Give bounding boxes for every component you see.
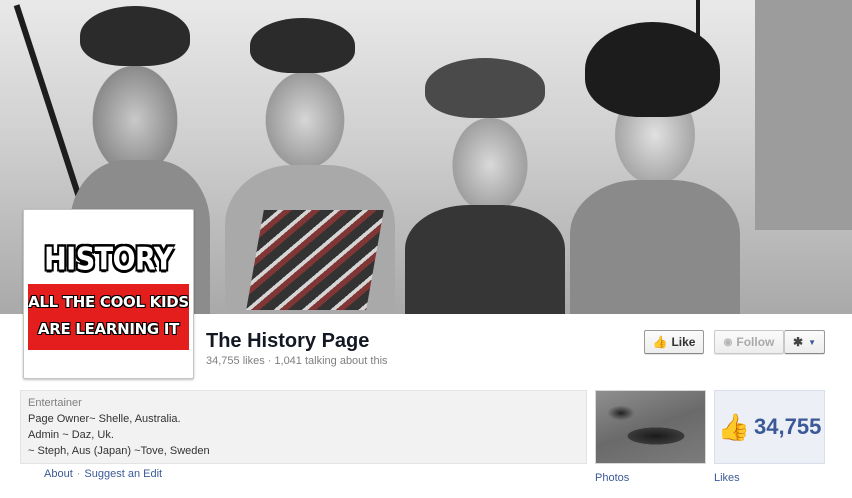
follow-button[interactable]: ◉ Follow xyxy=(714,330,784,354)
adult-figure xyxy=(755,0,852,230)
profile-picture[interactable]: HISTORY ALL THE COOL KIDS ARE LEARNING I… xyxy=(23,209,194,379)
child-hair xyxy=(585,22,720,117)
child-hair xyxy=(250,18,355,73)
about-links: About · Suggest an Edit xyxy=(44,468,162,480)
like-label: Like xyxy=(671,335,696,349)
likes-tile-count: 34,755 xyxy=(754,414,822,439)
child-figure xyxy=(570,180,740,314)
likes-count: 34,755 likes xyxy=(206,355,265,367)
child-hair xyxy=(80,6,190,66)
suggest-edit-link[interactable]: Suggest an Edit xyxy=(84,468,162,480)
child-hair xyxy=(425,58,545,118)
talking-count: 1,041 talking about this xyxy=(274,355,388,367)
caret-down-icon: ▼ xyxy=(808,337,816,347)
photos-label[interactable]: Photos xyxy=(595,472,629,484)
logo-title: HISTORY xyxy=(44,241,173,278)
about-line: Page Owner~ Shelle, Australia. xyxy=(28,413,181,425)
logo-line-1: ALL THE COOL KIDS xyxy=(28,293,189,311)
link-separator: · xyxy=(76,468,81,480)
photos-tile[interactable] xyxy=(595,390,706,464)
follow-label: Follow xyxy=(736,335,775,349)
logo-line-2: ARE LEARNING IT xyxy=(37,320,180,338)
page-title[interactable]: The History Page xyxy=(206,330,369,353)
settings-dropdown-button[interactable]: ✱ ▼ xyxy=(784,330,825,354)
towel-stripe xyxy=(246,210,384,310)
likes-label[interactable]: Likes xyxy=(714,472,740,484)
thumbs-up-icon: 👍 xyxy=(652,335,668,349)
about-box: Entertainer Page Owner~ Shelle, Australi… xyxy=(20,390,587,464)
likes-tile[interactable]: 👍 34,755 xyxy=(714,390,825,464)
page-stats: 34,755 likes · 1,041 talking about this xyxy=(206,355,388,367)
umbrella-pole xyxy=(13,4,85,206)
gear-icon: ✱ xyxy=(793,335,804,349)
about-line: ~ Steph, Aus (Japan) ~Tove, Sweden xyxy=(28,445,210,457)
stats-separator: · xyxy=(267,355,272,367)
about-link[interactable]: About xyxy=(44,468,73,480)
history-logo: HISTORY ALL THE COOL KIDS ARE LEARNING I… xyxy=(28,214,189,374)
like-button[interactable]: 👍 Like xyxy=(644,330,704,354)
about-line: Admin ~ Daz, Uk. xyxy=(28,429,114,441)
rss-icon: ◉ xyxy=(723,336,733,348)
thumbs-up-icon: 👍 xyxy=(717,411,751,442)
page-category: Entertainer xyxy=(28,397,82,409)
child-figure xyxy=(405,205,565,314)
